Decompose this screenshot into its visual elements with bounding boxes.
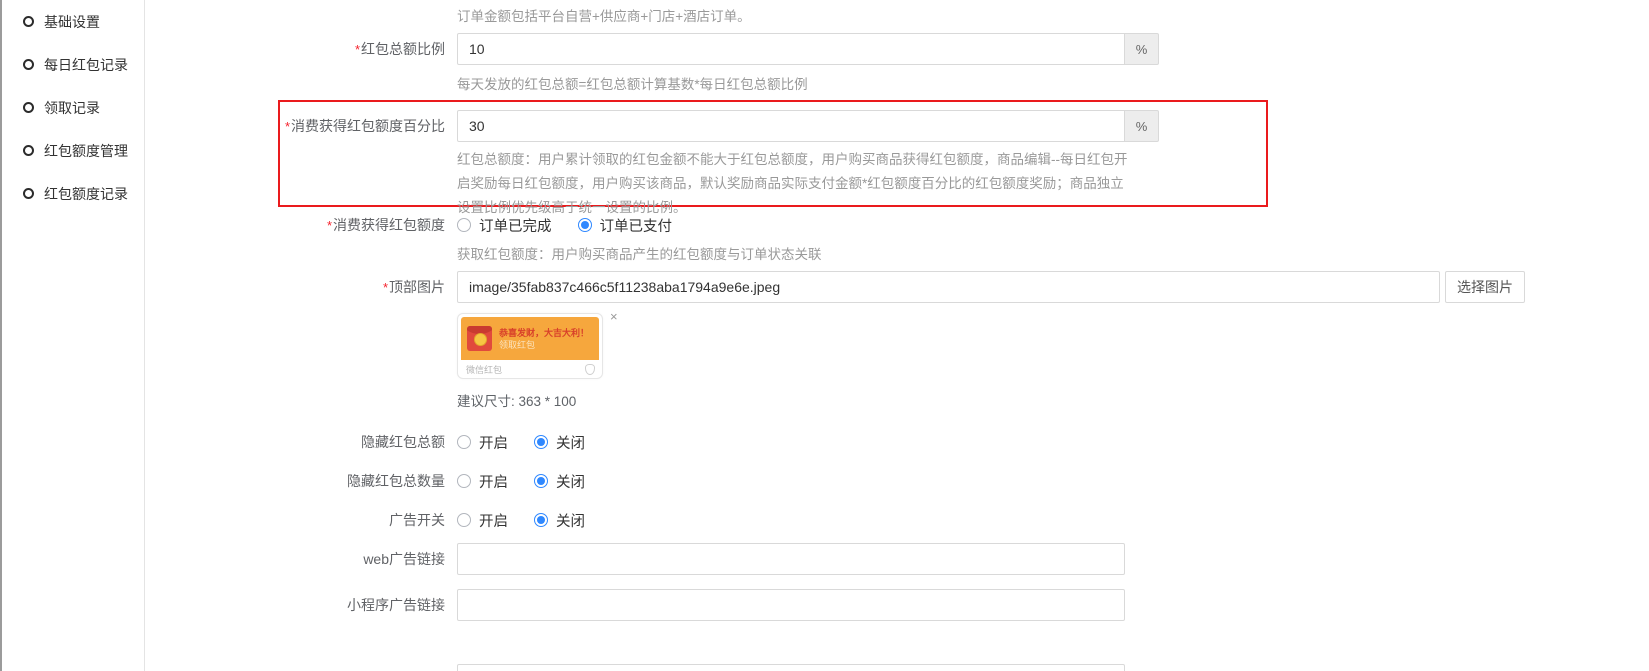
radio-icon: [457, 513, 471, 527]
sidebar-item-claim-records[interactable]: 领取记录: [2, 86, 144, 129]
top-image-preview: 恭喜发财，大吉大利！ 领取红包 微信红包: [457, 313, 603, 379]
circle-bullet-icon: [23, 145, 34, 156]
sidebar-item-label: 红包额度记录: [44, 184, 128, 204]
web-ad-link-input[interactable]: [457, 543, 1125, 575]
radio-hide-total-on[interactable]: 开启: [457, 432, 508, 453]
required-asterisk: *: [285, 119, 290, 134]
hide-total-radio-group: 开启 关闭: [457, 432, 611, 452]
sidebar-item-label: 每日红包记录: [44, 55, 128, 75]
circle-bullet-icon: [23, 16, 34, 27]
red-packet-settings-page: { "required_mark": "*", "icons": { "clos…: [0, 0, 1649, 671]
total-ratio-input[interactable]: [457, 33, 1125, 65]
required-asterisk: *: [355, 42, 360, 57]
order-amount-note: 订单金额包括平台自营+供应商+门店+酒店订单。: [457, 5, 751, 25]
hide-total-label: 隐藏红包总额: [145, 432, 445, 452]
consume-quota-radio-group: 订单已完成 订单已支付: [457, 215, 698, 235]
ad-switch-radio-group: 开启 关闭: [457, 510, 611, 530]
settings-form: 订单金额包括平台自营+供应商+门店+酒店订单。 *红包总额比例 % 每天发放的红…: [145, 0, 1649, 671]
image-size-hint: 建议尺寸: 363 * 100: [457, 390, 576, 410]
cutoff-bottom-input[interactable]: [457, 664, 1125, 671]
shield-icon: [585, 364, 595, 375]
ad-switch-label: 广告开关: [145, 510, 445, 530]
radio-icon: [578, 218, 592, 232]
mini-ad-link-input[interactable]: [457, 589, 1125, 621]
radio-icon: [457, 435, 471, 449]
sidebar-item-quota-records[interactable]: 红包额度记录: [2, 172, 144, 215]
radio-icon: [534, 474, 548, 488]
hide-count-radio-group: 开启 关闭: [457, 471, 611, 491]
redpacket-banner-image: 恭喜发财，大吉大利！ 领取红包: [461, 317, 599, 360]
required-asterisk: *: [383, 280, 388, 295]
consume-percent-unit: %: [1125, 110, 1159, 142]
radio-icon: [534, 435, 548, 449]
banner-title: 恭喜发财，大吉大利！: [499, 327, 589, 339]
sidebar-item-label: 红包额度管理: [44, 141, 128, 161]
sidebar-item-quota-management[interactable]: 红包额度管理: [2, 129, 144, 172]
consume-percent-input[interactable]: [457, 110, 1125, 142]
radio-icon: [534, 513, 548, 527]
radio-order-paid[interactable]: 订单已支付: [578, 215, 673, 236]
sidebar-item-label: 基础设置: [44, 12, 100, 32]
mini-ad-link-label: 小程序广告链接: [145, 589, 445, 621]
total-ratio-help: 每天发放的红包总额=红包总额计算基数*每日红包总额比例: [457, 73, 808, 93]
red-envelope-icon: [467, 326, 492, 351]
consume-quota-help: 获取红包额度：用户购买商品产生的红包额度与订单状态关联: [457, 243, 822, 263]
radio-order-completed[interactable]: 订单已完成: [457, 215, 552, 236]
total-ratio-unit: %: [1125, 33, 1159, 65]
top-image-path-input[interactable]: [457, 271, 1440, 303]
top-image-label: *顶部图片: [145, 271, 445, 304]
circle-bullet-icon: [23, 188, 34, 199]
banner-subtitle: 领取红包: [499, 339, 589, 351]
radio-ad-on[interactable]: 开启: [457, 510, 508, 531]
web-ad-link-label: web广告链接: [145, 543, 445, 575]
consume-percent-label: *消费获得红包额度百分比: [145, 110, 445, 143]
sidebar-item-daily-redpacket-records[interactable]: 每日红包记录: [2, 43, 144, 86]
sidebar-item-label: 领取记录: [44, 98, 100, 118]
choose-image-button[interactable]: 选择图片: [1445, 271, 1525, 303]
radio-hide-count-off[interactable]: 关闭: [534, 471, 585, 492]
sidebar-item-basic-settings[interactable]: 基础设置: [2, 0, 144, 43]
circle-bullet-icon: [23, 102, 34, 113]
radio-icon: [457, 474, 471, 488]
radio-icon: [457, 218, 471, 232]
radio-ad-off[interactable]: 关闭: [534, 510, 585, 531]
banner-footer-text: 微信红包: [466, 363, 502, 376]
consume-percent-help: 红包总额度：用户累计领取的红包金额不能大于红包总额度，用户购买商品获得红包额度，…: [457, 148, 1133, 220]
hide-count-label: 隐藏红包总数量: [145, 471, 445, 491]
radio-hide-total-off[interactable]: 关闭: [534, 432, 585, 453]
required-asterisk: *: [327, 218, 332, 233]
circle-bullet-icon: [23, 59, 34, 70]
sidebar: 基础设置 每日红包记录 领取记录 红包额度管理 红包额度记录: [0, 0, 145, 671]
total-ratio-label: *红包总额比例: [145, 33, 445, 66]
remove-image-icon[interactable]: ×: [610, 311, 618, 323]
consume-quota-label: *消费获得红包额度: [145, 215, 445, 236]
radio-hide-count-on[interactable]: 开启: [457, 471, 508, 492]
